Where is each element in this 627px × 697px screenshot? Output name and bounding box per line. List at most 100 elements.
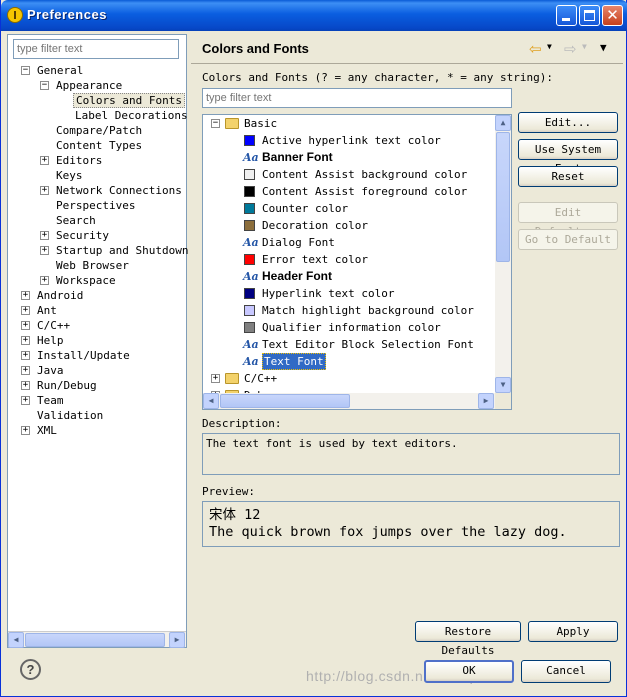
tree-node-label[interactable]: Perspectives [54,198,137,213]
font-setting-row[interactable]: Aa Dialog Font [203,234,495,251]
cancel-button[interactable]: Cancel [521,660,611,683]
edit-button[interactable]: Edit... [518,112,618,133]
setting-label[interactable]: Dialog Font [262,234,335,251]
setting-label[interactable]: Active hyperlink text color [262,132,441,149]
scroll-right-arrow-icon[interactable]: ▶ [478,393,494,409]
font-setting-row[interactable]: Aa Banner Font [203,149,495,166]
expand-icon[interactable]: + [21,321,30,330]
font-setting-row[interactable]: Aa Header Font [203,268,495,285]
tree-node[interactable]: + Security [8,228,186,243]
font-setting-row[interactable]: Aa Text Editor Block Selection Font [203,336,495,353]
tree-node[interactable]: Perspectives [8,198,186,213]
scroll-right-arrow-icon[interactable]: ▶ [169,632,185,648]
scroll-down-arrow-icon[interactable]: ▼ [495,377,511,393]
forward-arrow-icon[interactable]: ⇨ [564,40,577,58]
expand-icon[interactable]: + [211,374,220,383]
tree-node[interactable]: Search [8,213,186,228]
tree-node-label[interactable]: C/C++ [35,318,72,333]
edit-default-button[interactable]: Edit Default... [518,202,618,238]
tree-node-label[interactable]: Validation [35,408,105,423]
color-setting-row[interactable]: Hyperlink text color [203,285,495,302]
color-setting-row[interactable]: Decoration color [203,217,495,234]
tree-node-label[interactable]: Ant [35,303,59,318]
back-dropdown-icon[interactable]: ▼ [547,42,552,51]
expand-icon[interactable]: + [21,351,30,360]
tree-node-label[interactable]: Web Browser [54,258,131,273]
tree-node-label[interactable]: Compare/Patch [54,123,144,138]
setting-label[interactable]: Content Assist foreground color [262,183,467,200]
tree-node-label[interactable]: XML [35,423,59,438]
color-setting-row[interactable]: Content Assist background color [203,166,495,183]
tree-node[interactable]: − General [8,63,186,78]
view-menu-icon[interactable]: ▼ [600,41,607,54]
collapse-icon[interactable]: − [40,81,49,90]
tree-node-label[interactable]: General [35,63,85,78]
colors-fonts-tree[interactable]: − Basic Active hyperlink text color Aa Banne… [202,114,512,410]
color-setting-row[interactable]: Counter color [203,200,495,217]
tree-node[interactable]: + Editors [8,153,186,168]
expand-icon[interactable]: + [21,336,30,345]
tree-node[interactable]: Keys [8,168,186,183]
color-setting-row[interactable]: Match highlight background color [203,302,495,319]
expand-icon[interactable]: + [21,381,30,390]
color-setting-row[interactable]: Qualifier information color [203,319,495,336]
tree-node-label[interactable]: Help [35,333,66,348]
scroll-up-arrow-icon[interactable]: ▲ [495,115,511,131]
setting-label[interactable]: Decoration color [262,217,368,234]
title-bar[interactable]: Preferences ✕ [1,0,627,31]
tree-node[interactable]: + Java [8,363,186,378]
go-to-default-button[interactable]: Go to Default [518,229,618,250]
setting-label[interactable]: Content Assist background color [262,166,467,183]
setting-label[interactable]: Qualifier information color [262,319,441,336]
setting-label[interactable]: Hyperlink text color [262,285,394,302]
tree-node-label[interactable]: Run/Debug [35,378,99,393]
tree-node-label[interactable]: Editors [54,153,104,168]
back-arrow-icon[interactable]: ⇦ [529,40,542,58]
tree-node[interactable]: − Appearance [8,78,186,93]
tree-node[interactable]: Web Browser [8,258,186,273]
tree-node-label[interactable]: Appearance [54,78,124,93]
tree-node-label[interactable]: Workspace [54,273,118,288]
expand-icon[interactable]: + [21,426,30,435]
scroll-thumb[interactable] [25,633,165,647]
ok-button[interactable]: OK [424,660,514,683]
scroll-left-arrow-icon[interactable]: ◀ [8,632,24,648]
setting-label[interactable]: Header Font [262,268,332,285]
expand-icon[interactable]: + [21,396,30,405]
tree-node-label[interactable]: Content Types [54,138,144,153]
tree-node[interactable]: Validation [8,408,186,423]
expand-icon[interactable]: + [40,276,49,285]
tree-node-label[interactable]: Search [54,213,98,228]
tree-node-label[interactable]: Install/Update [35,348,132,363]
tree-node-label[interactable]: Label Decorations [73,108,190,123]
tree-node[interactable]: + Team [8,393,186,408]
tree-node[interactable]: + Run/Debug [8,378,186,393]
setting-label[interactable]: Text Editor Block Selection Font [262,336,474,353]
tree-node-label[interactable]: Java [35,363,66,378]
category-row[interactable]: + C/C++ [203,370,495,387]
font-setting-row[interactable]: Aa Text Font [203,353,495,370]
expand-icon[interactable]: + [21,306,30,315]
tree-node-label[interactable]: Startup and Shutdown [54,243,190,258]
tree-node-label[interactable]: Android [35,288,85,303]
nav-filter-input[interactable] [13,39,179,59]
tree-node[interactable]: + Android [8,288,186,303]
expand-icon[interactable]: + [40,246,49,255]
setting-label[interactable]: Match highlight background color [262,302,474,319]
tree-node[interactable]: Label Decorations [8,108,188,123]
tree-node[interactable]: Colors and Fonts [8,93,186,108]
tree-node-label[interactable]: Team [35,393,66,408]
tree-node[interactable]: Content Types [8,138,186,153]
expand-icon[interactable]: + [21,366,30,375]
tree-node-label[interactable]: Keys [54,168,85,183]
use-system-font-button[interactable]: Use System Font [518,139,618,175]
restore-defaults-button[interactable]: Restore Defaults [415,621,521,657]
tree-horizontal-scrollbar[interactable]: ◀ ▶ [203,393,495,409]
horizontal-scroll-thumb[interactable] [220,394,350,408]
forward-dropdown-icon[interactable]: ▼ [582,42,587,51]
tree-node-label[interactable]: Colors and Fonts [73,93,185,108]
category-row[interactable]: − Basic [203,115,495,132]
color-setting-row[interactable]: Content Assist foreground color [203,183,495,200]
reset-button[interactable]: Reset [518,166,618,187]
setting-label[interactable]: Text Font [262,353,326,370]
